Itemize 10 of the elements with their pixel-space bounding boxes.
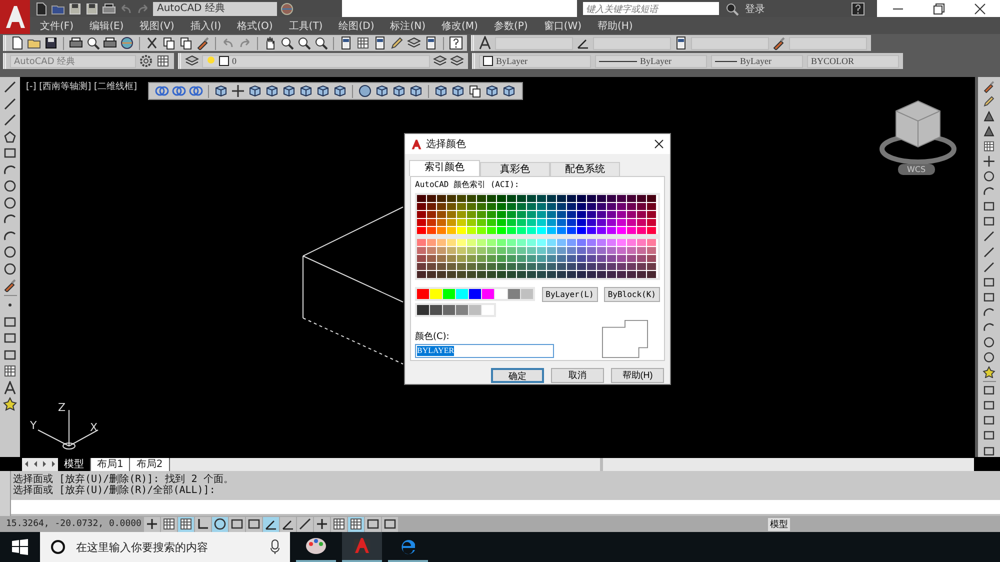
axis-label: Y	[30, 420, 37, 431]
search-placeholder: 在这里输入你要搜索的内容	[76, 540, 209, 554]
command-line-text: 选择面或 [放弃(U)/删除(R)/全部(ALL)]:	[13, 485, 216, 496]
axis-label: X	[90, 422, 98, 433]
axis-label: Z	[58, 402, 66, 413]
dialog-title: 选择颜色	[426, 138, 467, 151]
aci-label: AutoCAD 颜色索引 (ACI):	[415, 179, 520, 190]
coordinates-readout: 15.3264, -20.0732, 0.0000	[5, 519, 142, 529]
command-line-text: 选择面或 [放弃(U)/删除(R)]: 找到 2 个面。	[13, 474, 234, 485]
color-label: 颜色(C):	[415, 330, 450, 343]
